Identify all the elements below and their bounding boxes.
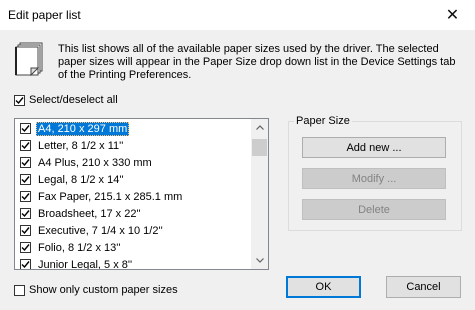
scroll-up-button[interactable] [251, 119, 268, 136]
list-item-checkbox[interactable] [20, 242, 31, 253]
list-item-checkbox[interactable] [20, 191, 31, 202]
custom-only-label: Show only custom paper sizes [29, 284, 178, 296]
select-all-checkbox[interactable]: Select/deselect all [14, 94, 118, 106]
list-item-label: Letter, 8 1/2 x 11'' [38, 139, 124, 152]
checkbox-box [14, 94, 25, 106]
list-item[interactable]: Broadsheet, 17 x 22'' [16, 205, 252, 222]
close-button[interactable]: ✕ [430, 0, 475, 30]
list-item-checkbox[interactable] [20, 140, 31, 151]
chevron-up-icon [255, 125, 264, 130]
list-item-checkbox[interactable] [20, 225, 31, 236]
list-item-checkbox[interactable] [20, 259, 31, 269]
paper-size-group-label: Paper Size [294, 115, 352, 127]
list-item[interactable]: Junior Legal, 5 x 8'' [16, 256, 252, 270]
list-item-label: Fax Paper, 215.1 x 285.1 mm [38, 190, 183, 203]
scroll-thumb[interactable] [252, 139, 267, 156]
list-item-label: A4, 210 x 297 mm [36, 121, 130, 136]
list-item-label: Junior Legal, 5 x 8'' [38, 258, 133, 270]
select-all-label: Select/deselect all [29, 94, 118, 106]
edit-paper-list-dialog: Edit paper list ✕ This list shows all of… [0, 0, 475, 310]
list-item[interactable]: Fax Paper, 215.1 x 285.1 mm [16, 188, 252, 205]
list-item[interactable]: Legal, 8 1/2 x 14'' [16, 171, 252, 188]
list-item[interactable]: Executive, 7 1/4 x 10 1/2'' [16, 222, 252, 239]
custom-only-checkbox[interactable]: Show only custom paper sizes [14, 284, 178, 296]
paper-stack-icon [15, 42, 43, 77]
modify-button[interactable]: Modify ... [302, 168, 446, 189]
ok-button[interactable]: OK [286, 276, 361, 298]
paper-list-items: A4, 210 x 297 mm Letter, 8 1/2 x 11'' A4 P… [16, 120, 252, 270]
description-text: This list shows all of the available pap… [58, 43, 456, 81]
list-item-checkbox[interactable] [20, 157, 31, 168]
list-item-label: A4 Plus, 210 x 330 mm [38, 156, 152, 169]
list-item-label: Folio, 8 1/2 x 13'' [38, 241, 121, 254]
list-item[interactable]: Letter, 8 1/2 x 11'' [16, 137, 252, 154]
add-new-button[interactable]: Add new ... [302, 137, 446, 158]
close-icon: ✕ [445, 7, 460, 24]
list-item[interactable]: Folio, 8 1/2 x 13'' [16, 239, 252, 256]
vertical-scrollbar[interactable] [251, 119, 268, 269]
chevron-down-icon [255, 258, 264, 263]
cancel-button[interactable]: Cancel [386, 276, 461, 298]
delete-button[interactable]: Delete [302, 199, 446, 220]
list-item[interactable]: A4, 210 x 297 mm [16, 120, 252, 137]
list-item[interactable]: A4 Plus, 210 x 330 mm [16, 154, 252, 171]
list-item-checkbox[interactable] [20, 174, 31, 185]
paper-size-list[interactable]: A4, 210 x 297 mm Letter, 8 1/2 x 11'' A4 P… [14, 118, 269, 270]
scroll-down-button[interactable] [251, 252, 268, 269]
title-bar: Edit paper list ✕ [0, 0, 475, 30]
checkbox-box [14, 284, 25, 296]
dialog-title: Edit paper list [8, 8, 81, 22]
list-item-label: Executive, 7 1/4 x 10 1/2'' [38, 224, 163, 237]
list-item-checkbox[interactable] [20, 123, 31, 134]
list-item-label: Broadsheet, 17 x 22'' [38, 207, 141, 220]
list-item-checkbox[interactable] [20, 208, 31, 219]
list-item-label: Legal, 8 1/2 x 14'' [38, 173, 124, 186]
